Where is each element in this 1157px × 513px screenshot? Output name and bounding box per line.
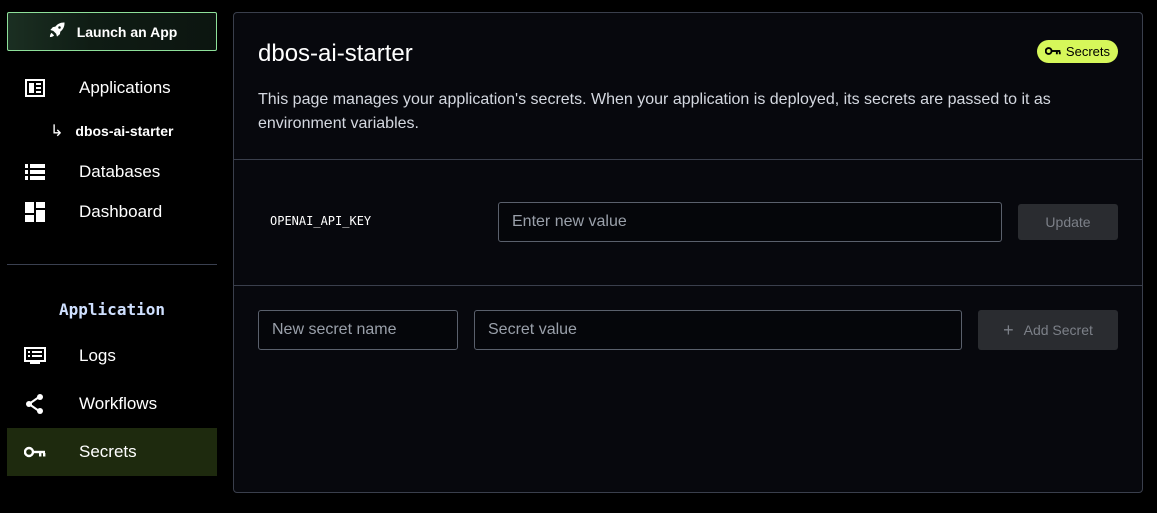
new-secret-value-input[interactable] [474,310,962,350]
key-icon [1044,44,1061,59]
sidebar-subitem-label: dbos-ai-starter [75,123,174,139]
applications-icon [24,77,46,99]
sidebar-item-label: Workflows [79,394,158,413]
add-secret-label: Add Secret [1023,322,1093,338]
sidebar-item-label: Dashboard [79,202,163,221]
plus-icon: + [1003,320,1014,340]
sidebar-subitem-app[interactable]: ↳ dbos-ai-starter [50,119,173,143]
sidebar-item-logs[interactable]: Logs [7,336,217,376]
sidebar-section-title: Application [59,300,165,319]
sidebar: Launch an App Applications ↳ dbos-ai-sta… [0,0,225,513]
dashboard-icon [24,201,46,223]
divider [234,285,1142,286]
sidebar-item-label: Secrets [79,442,137,461]
page-title: dbos-ai-starter [258,40,413,67]
workflows-icon [24,393,46,415]
databases-icon [24,161,46,183]
key-icon [24,441,46,463]
sidebar-item-dashboard[interactable]: Dashboard [7,192,217,232]
secret-name: OPENAI_API_KEY [270,214,372,228]
rocket-icon [47,20,67,43]
page-description: This page manages your application's sec… [258,91,1051,132]
sidebar-item-secrets[interactable]: Secrets [7,428,217,476]
app-root: Launch an App Applications ↳ dbos-ai-sta… [0,0,1157,513]
status-badge: Secrets [1036,40,1118,63]
badge-label: Secrets [1065,44,1110,59]
add-secret-button[interactable]: + Add Secret [978,310,1118,350]
launch-app-label: Launch an App [76,23,178,40]
secrets-panel: dbos-ai-starter Secrets This page manage… [233,12,1143,493]
secret-value-input[interactable] [498,202,1002,242]
new-secret-name-input[interactable] [258,310,458,350]
sidebar-divider [7,264,217,265]
sidebar-item-label: Applications [79,78,171,97]
sidebar-item-databases[interactable]: Databases [7,152,217,192]
logs-icon [24,345,46,367]
sidebar-item-workflows[interactable]: Workflows [7,384,217,424]
update-button[interactable]: Update [1018,204,1118,240]
sidebar-item-applications[interactable]: Applications [7,68,217,108]
return-arrow-icon: ↳ [50,123,64,140]
sidebar-item-label: Logs [79,346,116,365]
divider [234,159,1142,160]
launch-app-button[interactable]: Launch an App [7,12,217,51]
sidebar-item-label: Databases [79,162,161,181]
